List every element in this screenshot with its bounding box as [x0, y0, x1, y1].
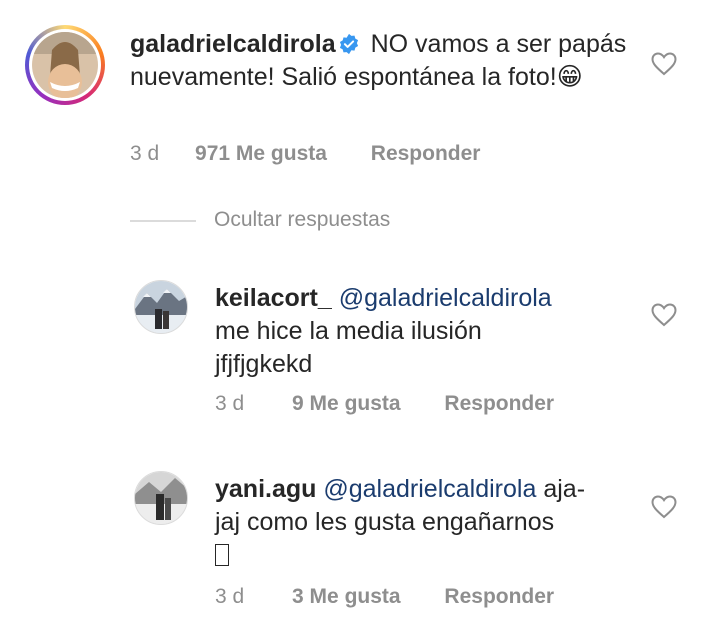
likes-count[interactable]: 971 Me gusta: [195, 142, 327, 165]
mention-link[interactable]: @galadrielcaldirola: [339, 284, 552, 312]
reply-body-line2: jaj como les gusta engañarnos: [215, 508, 555, 536]
reply-button[interactable]: Responder: [444, 585, 554, 608]
reply-time: 3 d: [215, 392, 245, 415]
comment-username[interactable]: galadrielcaldirola: [130, 30, 336, 58]
reply-button[interactable]: Responder: [444, 392, 554, 415]
main-comment: galadrielcaldirola NO vamos a ser papás …: [0, 0, 720, 180]
reply-comment: yani.agu @galadrielcaldirola aja- jaj co…: [0, 463, 720, 633]
comment-meta: 3 d 971 Me gusta Responder: [130, 142, 480, 166]
reply-time: 3 d: [215, 585, 245, 608]
reply-username[interactable]: keilacort_: [215, 284, 332, 312]
avatar-image: [135, 472, 187, 524]
reply-body-line1: me hice la media ilusión: [215, 317, 482, 345]
avatar[interactable]: [134, 471, 188, 525]
avatar[interactable]: [32, 32, 98, 98]
avatar-image: [135, 281, 187, 333]
comment-time: 3 d: [130, 142, 160, 165]
verified-badge-icon: [339, 33, 358, 55]
reply-text: keilacort_ @galadrielcaldirola me hice l…: [215, 282, 635, 381]
reply-text: yani.agu @galadrielcaldirola aja- jaj co…: [215, 473, 635, 572]
avatar[interactable]: [134, 280, 188, 334]
reply-username[interactable]: yani.agu: [215, 475, 316, 503]
grin-emoji: 😁: [556, 63, 583, 91]
reply-comment: keilacort_ @galadrielcaldirola me hice l…: [0, 270, 720, 430]
mention-link[interactable]: @galadrielcaldirola: [323, 475, 536, 503]
missing-emoji-icon: [215, 544, 229, 566]
reply-meta: 3 d 3 Me gusta Responder: [215, 585, 554, 609]
comment-text: galadrielcaldirola NO vamos a ser papás …: [130, 28, 645, 94]
divider-line: [130, 220, 196, 222]
likes-count[interactable]: 9 Me gusta: [292, 392, 401, 415]
hide-replies-label[interactable]: Ocultar respuestas: [214, 208, 390, 232]
story-ring[interactable]: [25, 25, 105, 105]
like-heart-icon[interactable]: [651, 52, 677, 76]
reply-meta: 3 d 9 Me gusta Responder: [215, 392, 554, 416]
reply-body-tail: aja-: [543, 475, 586, 503]
like-heart-icon[interactable]: [651, 303, 677, 327]
avatar-image: [32, 32, 98, 98]
likes-count[interactable]: 3 Me gusta: [292, 585, 401, 608]
reply-body-line2: jfjfjgkekd: [215, 350, 313, 378]
reply-button[interactable]: Responder: [371, 142, 481, 165]
like-heart-icon[interactable]: [651, 495, 677, 519]
